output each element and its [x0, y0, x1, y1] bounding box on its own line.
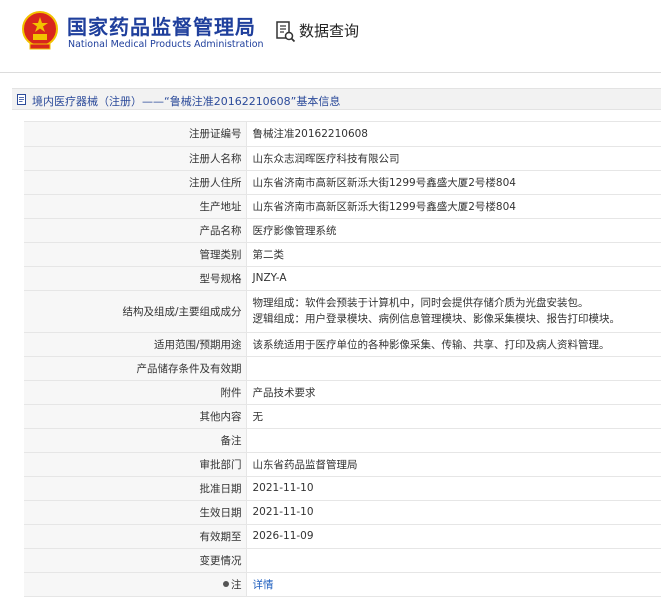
note-label: 注: [231, 578, 242, 591]
row-value: 山东省药品监督管理局: [246, 452, 661, 477]
row-value: 产品技术要求: [246, 380, 661, 405]
value-line: 逻辑组成：用户登录模块、病例信息管理模块、影像采集模块、报告打印模块。: [252, 313, 621, 325]
breadcrumb: 境内医疗器械（注册）——“鲁械注准20162210608”基本信息: [12, 88, 661, 110]
row-value: [246, 548, 661, 573]
row-value: 2026-11-09: [246, 524, 661, 549]
row-value: [246, 356, 661, 381]
row-value: 无: [246, 404, 661, 429]
table-row: 附件 产品技术要求: [24, 380, 661, 405]
detail-table: 注册证编号 鲁械注准20162210608 注册人名称 山东众志润晖医疗科技有限公司…: [24, 121, 661, 597]
note-dot-icon: [223, 580, 229, 587]
row-value: 该系统适用于医疗单位的各种影像采集、传输、共享、打印及病人资料管理。: [246, 332, 661, 357]
row-value: 2021-11-10: [246, 476, 661, 501]
site-header: 国家药品监督管理局 National Medical Products Admi…: [0, 0, 661, 68]
table-row: 产品名称 医疗影像管理系统: [24, 218, 661, 243]
table-row: 有效期至 2026-11-09: [24, 524, 661, 549]
row-value: 山东省济南市高新区新泺大街1299号鑫盛大厦2号楼804: [246, 194, 661, 219]
document-icon: [17, 94, 26, 105]
table-row: 注册证编号 鲁械注准20162210608: [24, 122, 661, 147]
row-value: JNZY-A: [246, 266, 661, 291]
document-search-icon: [276, 21, 296, 43]
table-row: 审批部门 山东省药品监督管理局: [24, 452, 661, 477]
org-name-en: National Medical Products Administration: [68, 39, 264, 50]
row-label: 有效期至: [24, 524, 247, 549]
national-emblem-icon: [22, 11, 58, 50]
row-label: 型号规格: [24, 266, 247, 291]
row-value: 山东省济南市高新区新泺大街1299号鑫盛大厦2号楼804: [246, 170, 661, 195]
row-label: 生效日期: [24, 500, 247, 525]
table-row: 注册人名称 山东众志润晖医疗科技有限公司: [24, 146, 661, 171]
value-line: 物理组成：软件会预装于计算机中，同时会提供存储介质为光盘安装包。: [252, 297, 589, 309]
row-value: 鲁械注准20162210608: [246, 122, 661, 147]
row-label: 生产地址: [24, 194, 247, 219]
row-label: 产品储存条件及有效期: [24, 356, 247, 381]
details-link[interactable]: 详情: [253, 579, 274, 591]
table-row: 结构及组成/主要组成成分 物理组成：软件会预装于计算机中，同时会提供存储介质为光盘…: [24, 290, 661, 333]
header-divider: [0, 72, 661, 73]
row-label: 管理类别: [24, 242, 247, 267]
table-row: 备注: [24, 428, 661, 453]
table-row: 其他内容无: [24, 404, 661, 429]
table-row: 适用范围/预期用途 该系统适用于医疗单位的各种影像采集、传输、共享、打印及病人资料…: [24, 332, 661, 357]
row-value: 山东众志润晖医疗科技有限公司: [246, 146, 661, 171]
table-row: 注册人住所 山东省济南市高新区新泺大街1299号鑫盛大厦2号楼804: [24, 170, 661, 195]
org-name-cn: 国家药品监督管理局: [67, 15, 256, 39]
row-label: 批准日期: [24, 476, 247, 501]
row-label: 注册证编号: [24, 122, 247, 147]
table-row: 产品储存条件及有效期: [24, 356, 661, 381]
row-label: 注册人名称: [24, 146, 247, 171]
row-label: 结构及组成/主要组成成分: [24, 290, 247, 333]
row-label: 附件: [24, 380, 247, 405]
row-value: 2021-11-10: [246, 500, 661, 525]
row-value: 第二类: [246, 242, 661, 267]
table-row: 管理类别 第二类: [24, 242, 661, 267]
row-value: 详情: [246, 572, 661, 597]
row-label: 注: [24, 572, 247, 597]
table-row: 型号规格 JNZY-A: [24, 266, 661, 291]
row-value: 物理组成：软件会预装于计算机中，同时会提供存储介质为光盘安装包。逻辑组成：用户登…: [246, 290, 661, 333]
row-label: 变更情况: [24, 548, 247, 573]
table-row: 生产地址 山东省济南市高新区新泺大街1299号鑫盛大厦2号楼804: [24, 194, 661, 219]
table-row: 变更情况: [24, 548, 661, 573]
breadcrumb-text: 境内医疗器械（注册）——“鲁械注准20162210608”基本信息: [32, 95, 341, 108]
row-value: [246, 428, 661, 453]
row-label: 产品名称: [24, 218, 247, 243]
row-label: 适用范围/预期用途: [24, 332, 247, 357]
table-row: 注详情: [24, 572, 661, 597]
row-value: 医疗影像管理系统: [246, 218, 661, 243]
row-label: 审批部门: [24, 452, 247, 477]
query-title: 数据查询: [299, 22, 360, 40]
row-label: 备注: [24, 428, 247, 453]
row-label: 注册人住所: [24, 170, 247, 195]
row-label: 其他内容: [24, 404, 247, 429]
table-row: 生效日期 2021-11-10: [24, 500, 661, 525]
table-row: 批准日期 2021-11-10: [24, 476, 661, 501]
